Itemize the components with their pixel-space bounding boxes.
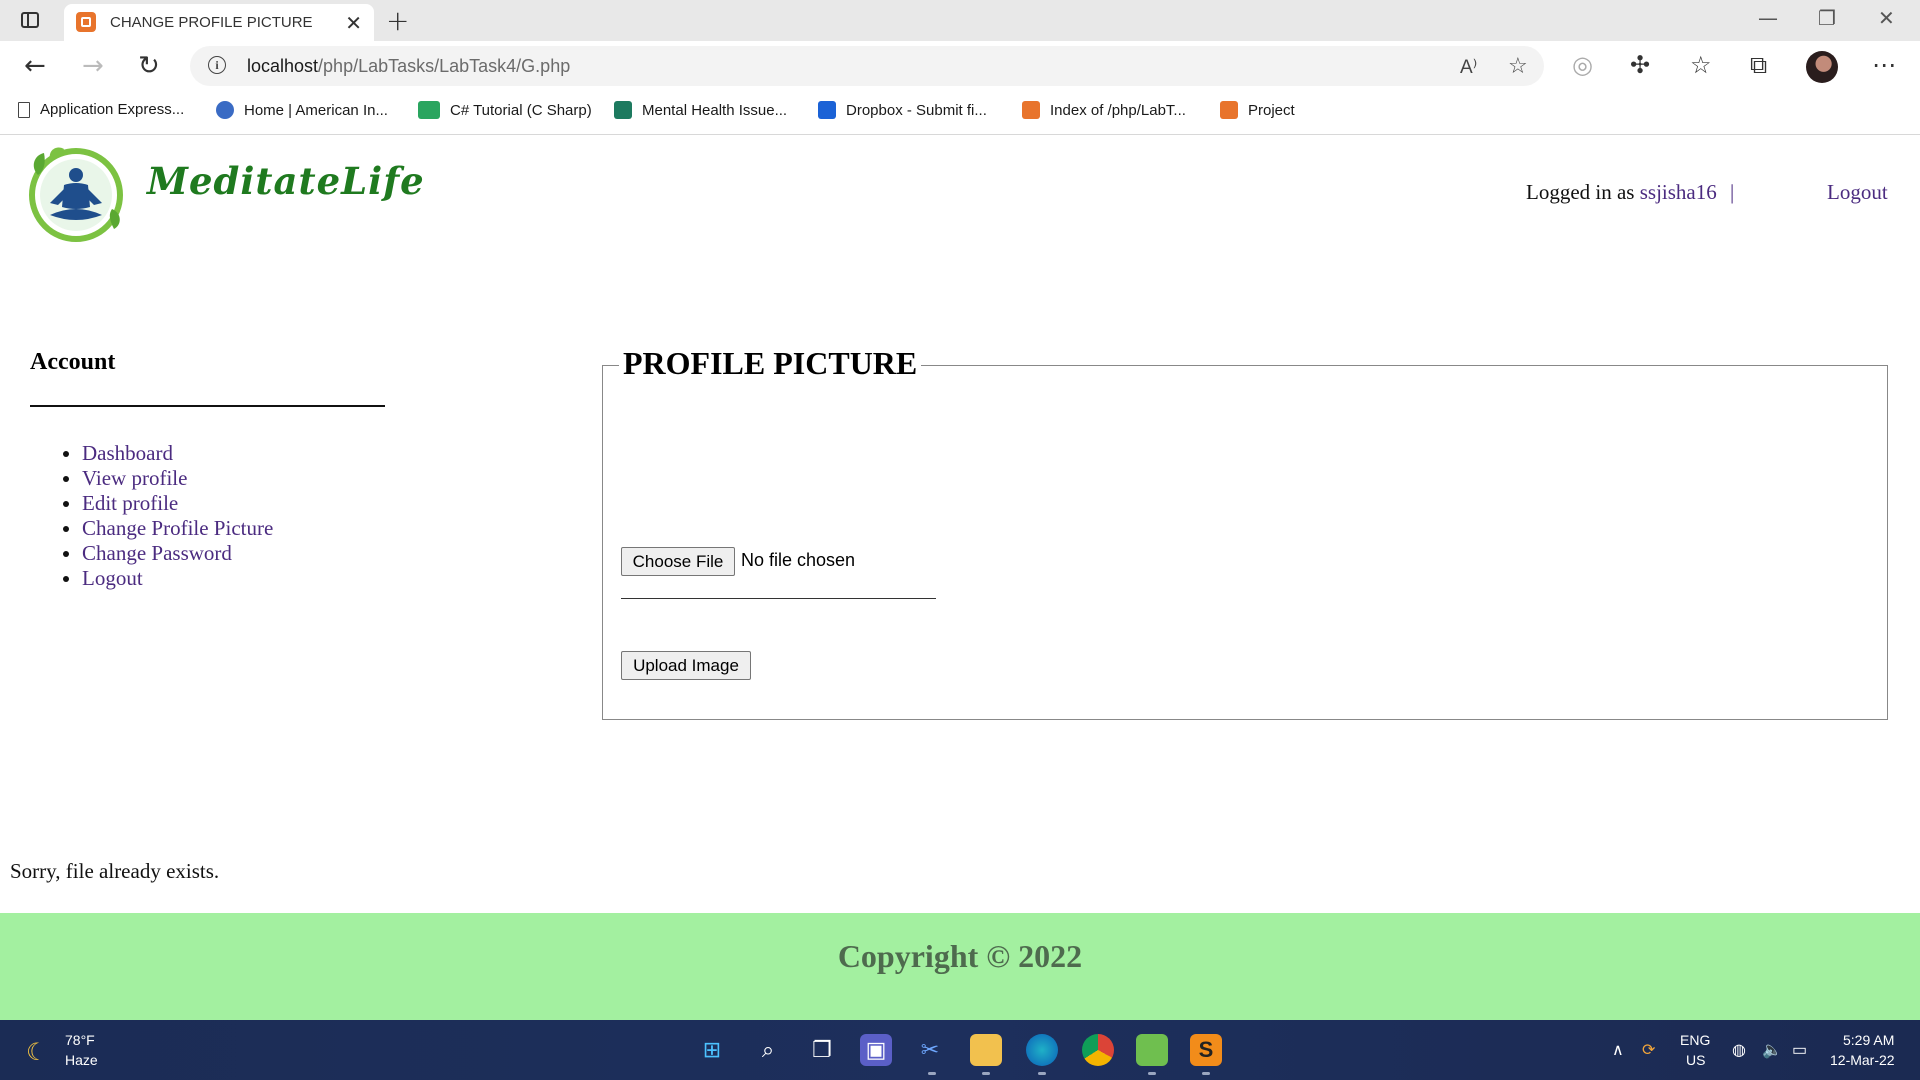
more-menu-icon[interactable]: ⋯ bbox=[1872, 51, 1896, 79]
bookmark-item[interactable]: Dropbox - Submit fi... bbox=[818, 101, 987, 119]
header-separator: | bbox=[1730, 180, 1735, 204]
bookmark-item[interactable]: Application Express... bbox=[18, 101, 184, 118]
language-indicator[interactable]: ENG bbox=[1680, 1032, 1710, 1048]
sidebar-item-view-profile[interactable]: View profile bbox=[82, 466, 273, 491]
fieldset-legend: PROFILE PICTURE bbox=[619, 345, 922, 382]
start-windows-icon[interactable]: ⊞ bbox=[696, 1034, 728, 1066]
running-indicator bbox=[1038, 1072, 1046, 1075]
clock-date[interactable]: 12-Mar-22 bbox=[1830, 1052, 1895, 1068]
task-view-icon[interactable]: ❐ bbox=[806, 1034, 838, 1066]
sheet-icon bbox=[614, 101, 632, 119]
copyright-text: Copyright © 2022 bbox=[837, 938, 1083, 974]
page-icon bbox=[18, 102, 30, 118]
brand-name: MeditateLife bbox=[147, 159, 425, 203]
weather-condition[interactable]: Haze bbox=[65, 1052, 98, 1068]
tab-close-icon[interactable]: ✕ bbox=[345, 11, 362, 35]
extensions-puzzle-icon[interactable]: ✣ bbox=[1630, 51, 1650, 79]
add-favorite-icon[interactable]: ☆ bbox=[1508, 54, 1528, 79]
bookmark-item[interactable]: Index of /php/LabT... bbox=[1022, 101, 1186, 119]
xampp-icon bbox=[1220, 101, 1238, 119]
file-explorer-icon[interactable] bbox=[970, 1034, 1002, 1066]
profile-avatar[interactable] bbox=[1806, 51, 1838, 83]
show-hidden-icons-icon[interactable]: ∧ bbox=[1612, 1040, 1624, 1060]
sidebar-heading: Account bbox=[30, 349, 116, 375]
xampp-icon bbox=[1022, 101, 1040, 119]
page-footer: Copyright © 2022 bbox=[0, 913, 1920, 1020]
running-indicator bbox=[1202, 1072, 1210, 1075]
bookmarks-bar: Application Express... Home | American I… bbox=[0, 91, 1920, 135]
w3-icon bbox=[418, 101, 440, 119]
file-status-text: No file chosen bbox=[741, 550, 856, 570]
username-link[interactable]: ssjisha16 bbox=[1640, 180, 1717, 204]
weather-temperature[interactable]: 78°F bbox=[65, 1032, 95, 1048]
running-indicator bbox=[928, 1072, 936, 1075]
browser-tab-active[interactable]: CHANGE PROFILE PICTURE ✕ bbox=[64, 4, 374, 41]
bookmark-item[interactable]: Home | American In... bbox=[216, 101, 388, 119]
chrome-browser-icon[interactable] bbox=[1082, 1034, 1114, 1066]
globe-icon bbox=[216, 101, 234, 119]
sidebar-menu: Dashboard View profile Edit profile Chan… bbox=[30, 441, 273, 591]
clock-time[interactable]: 5:29 AM bbox=[1843, 1032, 1894, 1048]
read-aloud-icon[interactable]: A⁾ bbox=[1460, 56, 1477, 79]
address-bar[interactable]: i localhost/php/LabTasks/LabTask4/G.php … bbox=[190, 46, 1544, 86]
url-host: localhost bbox=[247, 56, 319, 76]
login-status: Logged in as ssjisha16 bbox=[1526, 180, 1717, 205]
tab-actions-icon[interactable] bbox=[21, 12, 39, 28]
network-icon[interactable]: ◍ bbox=[1732, 1040, 1746, 1060]
back-icon[interactable]: ← bbox=[24, 51, 46, 81]
sidebar-item-dashboard[interactable]: Dashboard bbox=[82, 441, 273, 466]
site-info-icon[interactable]: i bbox=[208, 56, 226, 74]
minimize-icon[interactable]: — bbox=[1758, 6, 1778, 30]
keyboard-region[interactable]: US bbox=[1686, 1052, 1705, 1068]
bookmark-item[interactable]: C# Tutorial (C Sharp) bbox=[418, 101, 592, 119]
bookmark-item[interactable]: Mental Health Issue... bbox=[614, 101, 787, 119]
web-page: MeditateLife Logged in as ssjisha16 | Lo… bbox=[0, 135, 1920, 1020]
extension-icon[interactable]: ◎ bbox=[1572, 51, 1593, 79]
logout-link[interactable]: Logout bbox=[1827, 180, 1888, 205]
notepad-plus-icon[interactable] bbox=[1136, 1034, 1168, 1066]
upload-image-button[interactable]: Upload Image bbox=[621, 651, 751, 680]
logged-in-label: Logged in as bbox=[1526, 180, 1640, 204]
browser-toolbar: ← → ↻ i localhost/php/LabTasks/LabTask4/… bbox=[0, 41, 1920, 91]
sidebar-item-change-profile-picture[interactable]: Change Profile Picture bbox=[82, 516, 273, 541]
url-path: /php/LabTasks/LabTask4/G.php bbox=[318, 56, 571, 76]
forward-icon[interactable]: → bbox=[82, 51, 104, 81]
refresh-icon[interactable]: ↻ bbox=[138, 51, 160, 81]
tab-title: CHANGE PROFILE PICTURE bbox=[110, 14, 313, 31]
browser-titlebar: CHANGE PROFILE PICTURE ✕ + — ❐ ✕ bbox=[0, 0, 1920, 41]
running-indicator bbox=[1148, 1072, 1156, 1075]
restore-icon[interactable]: ❐ bbox=[1818, 6, 1836, 30]
sublime-text-icon[interactable]: S bbox=[1190, 1034, 1222, 1066]
collections-icon[interactable]: ⧉ bbox=[1750, 51, 1767, 79]
sidebar-item-edit-profile[interactable]: Edit profile bbox=[82, 491, 273, 516]
running-indicator bbox=[982, 1072, 990, 1075]
sidebar-divider bbox=[30, 405, 385, 407]
window-close-icon[interactable]: ✕ bbox=[1878, 6, 1895, 30]
sidebar-item-change-password[interactable]: Change Password bbox=[82, 541, 273, 566]
xampp-favicon-icon bbox=[76, 12, 96, 32]
dropbox-icon bbox=[818, 101, 836, 119]
status-message: Sorry, file already exists. bbox=[10, 859, 220, 883]
moon-weather-icon[interactable]: ☾ bbox=[26, 1038, 48, 1067]
url-text[interactable]: localhost/php/LabTasks/LabTask4/G.php bbox=[247, 56, 570, 77]
new-tab-button[interactable]: + bbox=[386, 4, 409, 37]
snipping-tool-icon[interactable]: ✂ bbox=[914, 1034, 946, 1066]
meditation-logo-icon bbox=[29, 147, 123, 242]
search-icon[interactable]: ⌕ bbox=[752, 1034, 784, 1066]
chat-icon[interactable]: ▣ bbox=[860, 1034, 892, 1066]
bookmark-item[interactable]: Project bbox=[1220, 101, 1295, 119]
battery-icon[interactable]: ▭ bbox=[1792, 1040, 1807, 1060]
favorites-icon[interactable]: ☆ bbox=[1690, 51, 1712, 79]
sync-icon[interactable]: ⟳ bbox=[1642, 1040, 1655, 1060]
form-divider bbox=[621, 598, 936, 599]
edge-browser-icon[interactable] bbox=[1026, 1034, 1058, 1066]
sidebar-item-logout[interactable]: Logout bbox=[82, 566, 273, 591]
choose-file-button[interactable]: Choose File bbox=[621, 547, 735, 576]
profile-picture-fieldset bbox=[602, 365, 1888, 720]
volume-icon[interactable]: 🔈 bbox=[1762, 1040, 1782, 1060]
windows-taskbar: ☾ 78°F Haze ⊞ ⌕ ❐ ▣ ✂ S ∧ ⟳ ENG US ◍ 🔈 ▭… bbox=[0, 1020, 1920, 1080]
